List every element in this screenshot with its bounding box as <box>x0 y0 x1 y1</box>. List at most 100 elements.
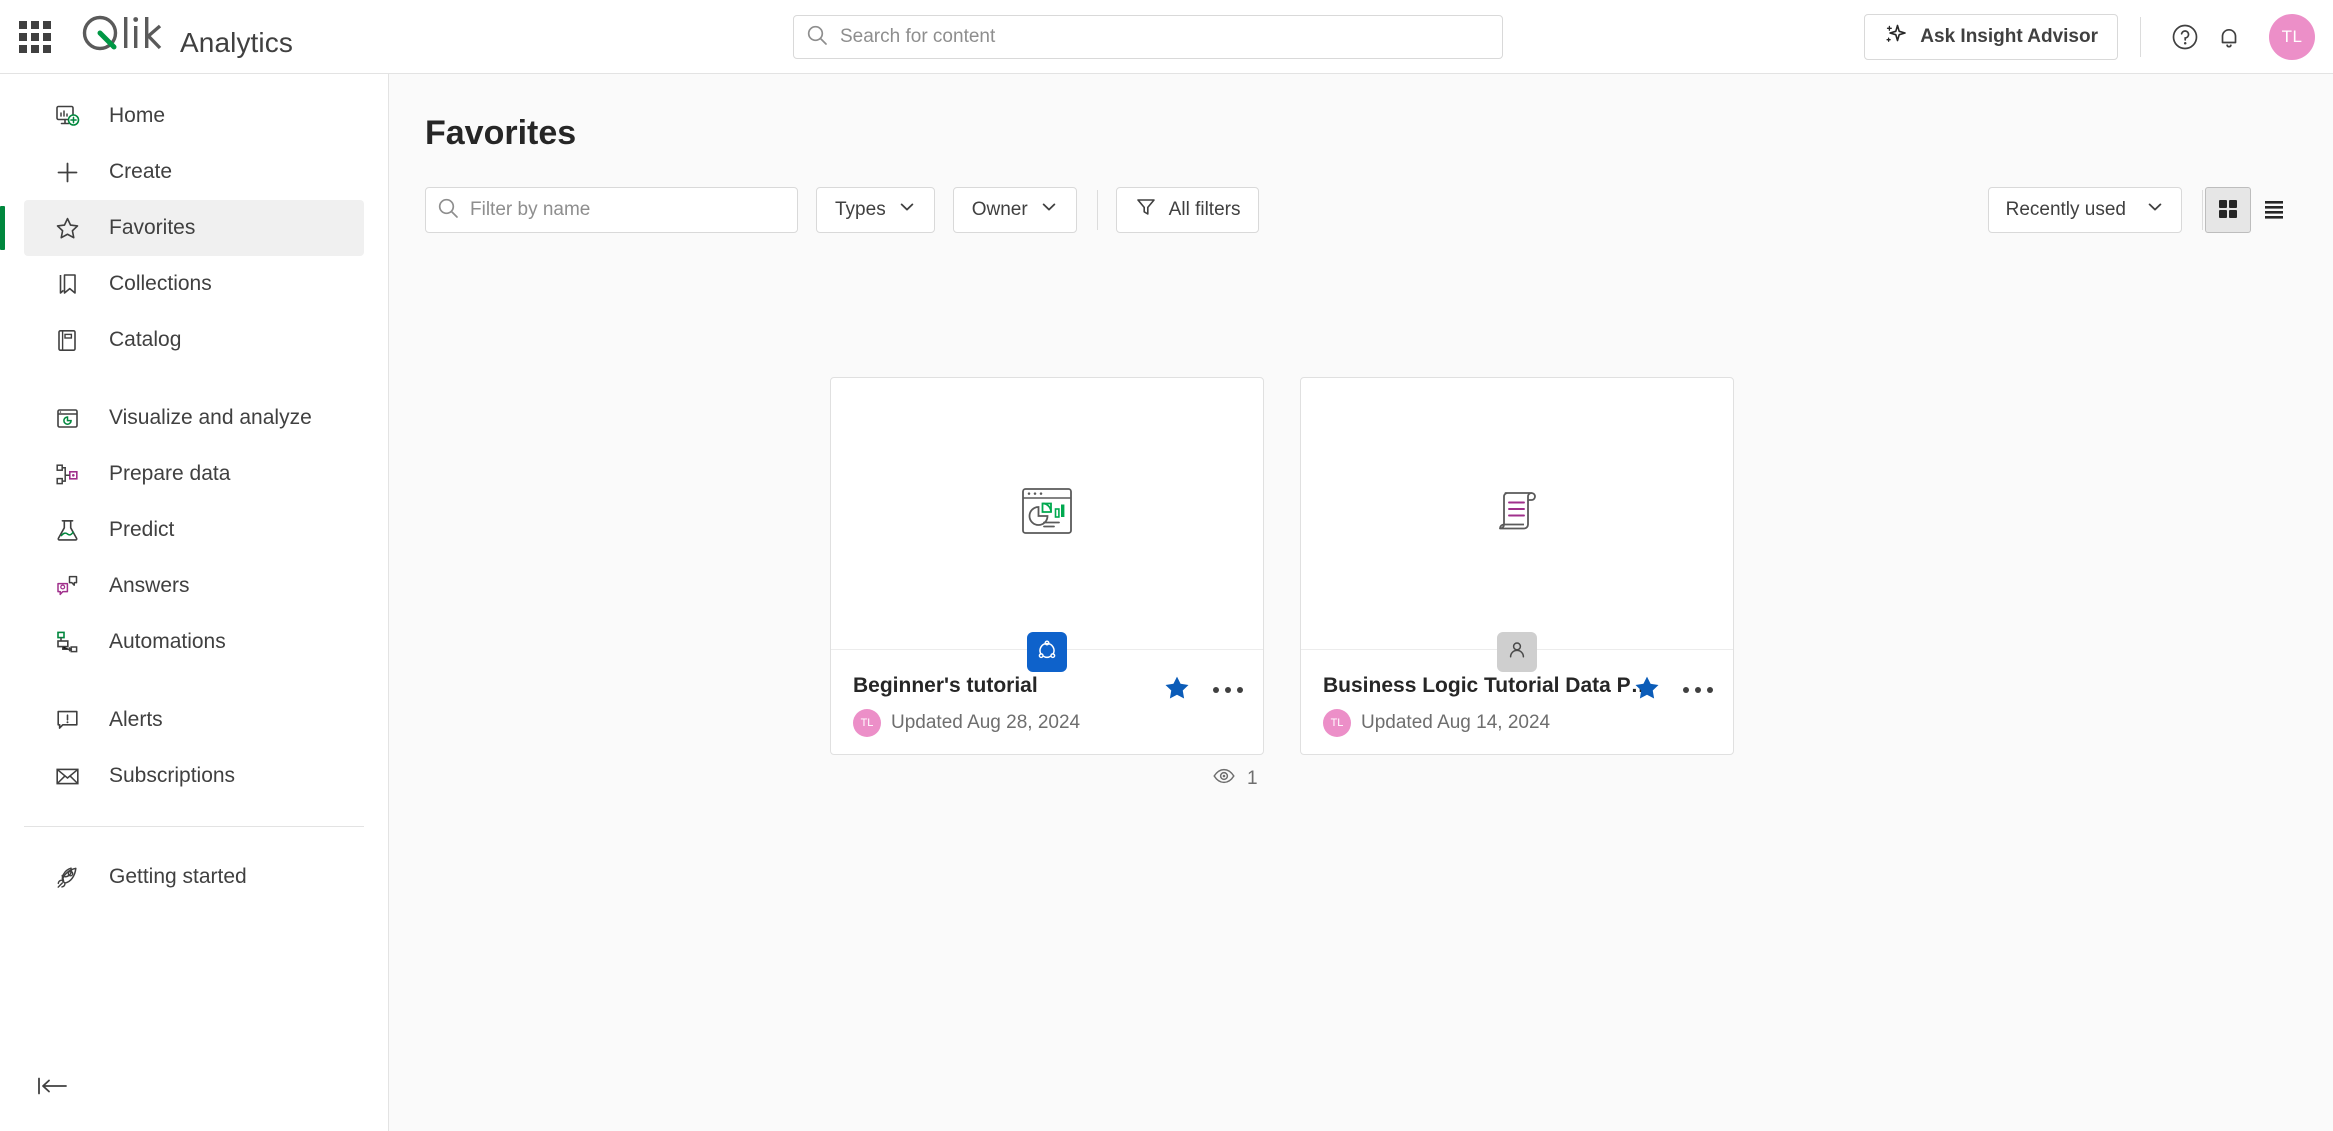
owner-label: Owner <box>971 199 1028 220</box>
sidebar-item-label: Home <box>109 104 166 127</box>
sidebar-item-catalog[interactable]: Catalog <box>24 312 364 368</box>
types-label: Types <box>835 199 886 220</box>
sidebar-divider <box>24 826 364 827</box>
data-prep-icon <box>52 459 82 489</box>
bell-icon[interactable] <box>2207 15 2251 59</box>
filter-by-name-field[interactable] <box>425 187 798 233</box>
more-horizontal-icon[interactable] <box>1213 686 1243 693</box>
sidebar-item-label: Visualize and analyze <box>109 406 312 429</box>
sidebar-item-label: Getting started <box>109 865 247 888</box>
all-filters-button[interactable]: All filters <box>1115 187 1260 233</box>
avatar-initials: TL <box>1330 717 1344 729</box>
sidebar-item-label: Answers <box>109 574 190 597</box>
grid-view-button[interactable] <box>2205 187 2251 233</box>
footer <box>389 1127 2333 1131</box>
view-count: 1 <box>1212 764 1258 794</box>
global-search[interactable] <box>793 15 1503 59</box>
more-horizontal-icon[interactable] <box>1683 686 1713 693</box>
sidebar-item-label: Favorites <box>109 216 196 239</box>
rocket-icon <box>52 862 82 892</box>
sidebar-item-label: Create <box>109 160 173 183</box>
sidebar-item-subscriptions[interactable]: Subscriptions <box>24 748 364 804</box>
card-updated: Updated Aug 14, 2024 <box>1361 712 1551 733</box>
favorite-star-button[interactable] <box>1633 674 1661 705</box>
card-thumbnail <box>831 378 1263 650</box>
sidebar-item-automations[interactable]: Automations <box>24 614 364 670</box>
sidebar-item-getting-started[interactable]: Getting started <box>24 849 364 905</box>
card-body: Beginner's tutorial TL Updated Aug 28, 2… <box>831 650 1263 737</box>
script-scroll-icon <box>1487 481 1547 546</box>
owner-filter-button[interactable]: Owner <box>952 187 1077 233</box>
card-actions <box>1633 674 1713 705</box>
sidebar-item-collections[interactable]: Collections <box>24 256 364 312</box>
view-count-value: 1 <box>1247 768 1258 789</box>
divider <box>2202 190 2203 230</box>
card-meta: TL Updated Aug 28, 2024 <box>853 709 1241 737</box>
sidebar-item-create[interactable]: Create <box>24 144 364 200</box>
avatar: TL <box>853 709 881 737</box>
search-input[interactable] <box>840 26 1490 48</box>
sidebar-item-label: Automations <box>109 630 226 653</box>
avatar-initials: TL <box>860 717 874 729</box>
sidebar-item-answers[interactable]: Answers <box>24 558 364 614</box>
all-filters-label: All filters <box>1168 199 1241 220</box>
sidebar-item-prepare-data[interactable]: Prepare data <box>24 446 364 502</box>
flask-icon <box>52 515 82 545</box>
top-bar: Analytics Ask Insight Advisor <box>0 0 2333 74</box>
card-thumbnail <box>1301 378 1733 650</box>
list-view-button[interactable] <box>2251 187 2297 233</box>
types-filter-button[interactable]: Types <box>816 187 935 233</box>
alert-bubble-icon <box>52 705 82 735</box>
envelope-icon <box>52 761 82 791</box>
content-card[interactable]: Business Logic Tutorial Data Prep TL Upd… <box>1300 377 1734 755</box>
sidebar-item-home[interactable]: Home <box>24 88 364 144</box>
sort-dropdown[interactable]: Recently used <box>1987 187 2182 233</box>
sidebar-item-favorites[interactable]: Favorites <box>0 200 364 256</box>
content-toolbar: Types Owner All filters <box>425 187 2333 233</box>
sidebar-item-visualize-and-analyze[interactable]: Visualize and analyze <box>24 390 364 446</box>
sparkle-icon <box>1884 22 1908 52</box>
search-icon <box>806 24 828 51</box>
content-card[interactable]: Beginner's tutorial TL Updated Aug 28, 2… <box>830 377 1264 755</box>
card-title: Business Logic Tutorial Data Prep <box>1323 674 1653 697</box>
ask-insight-advisor-button[interactable]: Ask Insight Advisor <box>1864 14 2118 60</box>
card-body: Business Logic Tutorial Data Prep TL Upd… <box>1301 650 1733 737</box>
sidebar: Home Create Favorites Collections Catalo… <box>0 74 389 1131</box>
top-bar-actions: Ask Insight Advisor TL <box>1864 0 2315 74</box>
card-title: Beginner's tutorial <box>853 674 1038 697</box>
automations-flow-icon <box>52 627 82 657</box>
divider <box>2140 17 2141 57</box>
avatar: TL <box>1323 709 1351 737</box>
sidebar-item-alerts[interactable]: Alerts <box>24 692 364 748</box>
sidebar-item-label: Alerts <box>109 708 163 731</box>
brand[interactable]: Analytics <box>80 12 293 61</box>
plus-icon <box>52 157 82 187</box>
page-title: Favorites <box>425 114 577 152</box>
home-dashboard-icon <box>52 101 82 131</box>
favorite-star-button[interactable] <box>1163 674 1191 705</box>
eye-icon <box>1212 764 1236 794</box>
chart-window-icon <box>52 403 82 433</box>
waffle-grid-icon[interactable] <box>18 20 52 54</box>
collapse-left-icon[interactable] <box>36 1069 76 1103</box>
grid-view-icon <box>2216 197 2240 224</box>
chevron-down-icon <box>898 198 916 222</box>
main-content: Favorites Types Owner <box>389 74 2333 1131</box>
qlik-logo <box>80 12 166 54</box>
star-outline-icon <box>52 213 82 243</box>
avatar-initials: TL <box>2281 27 2303 46</box>
divider <box>1096 190 1098 230</box>
ask-insight-advisor-label: Ask Insight Advisor <box>1920 26 2098 47</box>
filter-input[interactable] <box>470 199 786 221</box>
search-icon <box>437 197 459 224</box>
funnel-icon <box>1135 196 1157 224</box>
catalog-book-icon <box>52 325 82 355</box>
avatar[interactable]: TL <box>2269 14 2315 60</box>
view-toggle-group <box>2205 187 2297 233</box>
star-filled-icon <box>1163 674 1191 705</box>
help-circle-icon[interactable] <box>2163 15 2207 59</box>
sidebar-item-predict[interactable]: Predict <box>24 502 364 558</box>
sidebar-item-label: Catalog <box>109 328 182 351</box>
card-actions <box>1163 674 1243 705</box>
toolbar-right-controls: Recently used <box>1987 187 2297 233</box>
